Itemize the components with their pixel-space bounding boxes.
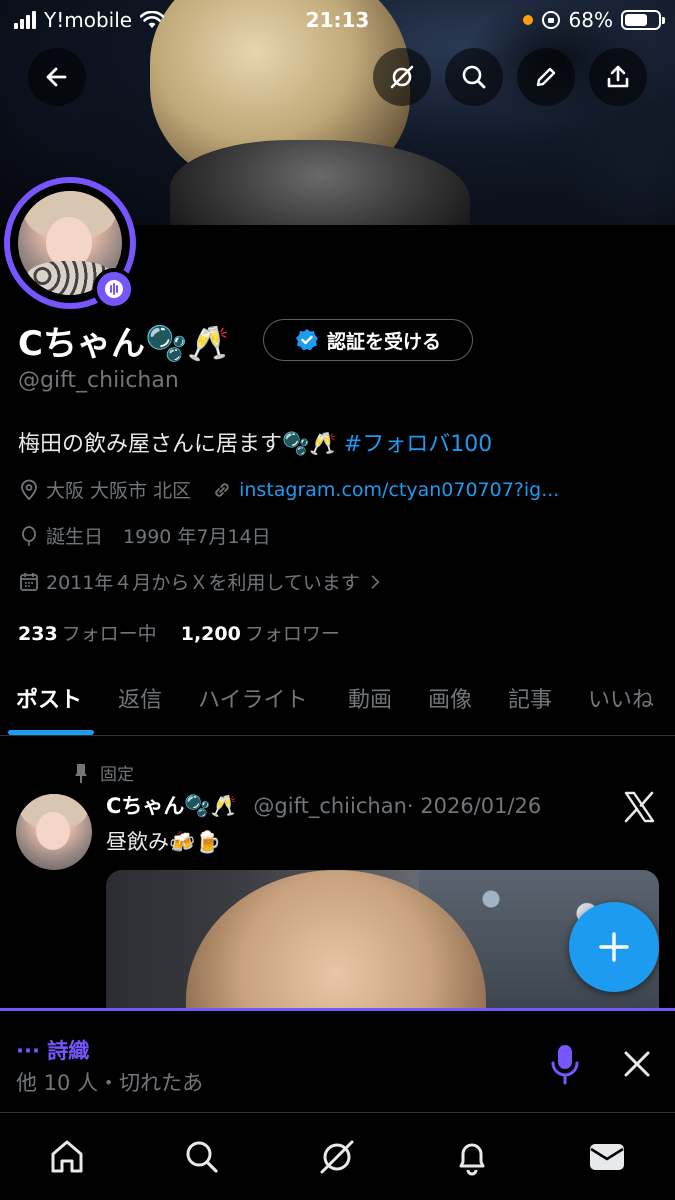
- profile-name: Cちゃん🫧🥂: [18, 324, 230, 364]
- status-bar: Y!mobile 21:13 68%: [0, 0, 675, 40]
- location-text: 大阪 大阪市 北区: [46, 480, 192, 502]
- battery-percent: 68%: [568, 8, 613, 32]
- following-label: フォロー中: [61, 623, 157, 645]
- bio-hashtag-link[interactable]: #フォロバ100: [344, 432, 492, 457]
- back-arrow-icon: [46, 67, 67, 87]
- post-header: Cちゃん🫧🥂 @gift_chiichan· 2026/01/26: [106, 790, 541, 820]
- profile-handle: @gift_chiichan: [18, 368, 179, 393]
- grok-icon: [320, 1140, 354, 1174]
- balloon-icon: [22, 525, 36, 546]
- search-icon: [462, 65, 486, 89]
- live-space-bar[interactable]: ··· 詩織 他 10 人・切れたあ: [0, 1008, 675, 1112]
- post-author-handle[interactable]: @gift_chiichan: [253, 794, 406, 818]
- follow-counts: 233 フォロー中 1,200 フォロワー: [18, 619, 340, 646]
- followers-count: 1,200: [180, 623, 241, 645]
- followers-link[interactable]: 1,200 フォロワー: [181, 623, 340, 645]
- pinned-label: 固定: [100, 765, 134, 785]
- following-link[interactable]: 233 フォロー中: [18, 623, 157, 645]
- tab-posts[interactable]: ポスト: [16, 682, 82, 714]
- profile-tabs: ポスト 返信 ハイライト 動画 画像 記事 いいね: [0, 672, 675, 736]
- verified-badge-icon: [295, 329, 318, 351]
- x-logo-icon[interactable]: [622, 790, 656, 824]
- followers-label: フォロワー: [244, 623, 340, 645]
- share-icon: [607, 65, 629, 88]
- messages-icon: [590, 1144, 624, 1170]
- birthday-date: 1990 年7月14日: [123, 526, 271, 548]
- post-author-avatar[interactable]: [16, 794, 92, 870]
- space-subtitle: 他 10 人・切れたあ: [16, 1071, 204, 1095]
- joined-text: 2011年４月からＸを利用しています: [46, 572, 360, 594]
- nav-grok[interactable]: [315, 1135, 359, 1179]
- pinned-indicator: 固定: [72, 760, 134, 785]
- spaces-icon: [105, 280, 123, 298]
- website-link[interactable]: instagram.com/ctyan070707?ig...: [239, 479, 559, 501]
- compose-post-button[interactable]: [569, 902, 659, 992]
- nav-search[interactable]: [180, 1135, 224, 1179]
- bottom-navigation: [0, 1112, 675, 1200]
- post-date[interactable]: · 2026/01/26: [407, 794, 541, 818]
- nav-home[interactable]: [45, 1135, 89, 1179]
- post-text: 昼飲み🍻🍺: [106, 830, 222, 854]
- pencil-icon: [536, 67, 556, 87]
- nav-notifications[interactable]: [450, 1135, 494, 1179]
- tab-replies[interactable]: 返信: [118, 682, 162, 714]
- get-verified-button[interactable]: 認証を受ける: [263, 319, 473, 361]
- share-button[interactable]: [589, 48, 647, 106]
- get-verified-label: 認証を受ける: [326, 330, 441, 353]
- privacy-dot-icon: [522, 15, 533, 25]
- profile-bio: 梅田の飲み屋さんに居ます🫧🥂 #フォロバ100: [18, 426, 492, 458]
- location-row: 大阪 大阪市 北区 instagram.com/ctyan070707?ig..…: [18, 476, 559, 503]
- orientation-lock-icon: [541, 11, 560, 29]
- spaces-live-badge[interactable]: [93, 268, 135, 310]
- battery-icon: [621, 10, 665, 30]
- tab-highlights[interactable]: ハイライト: [198, 682, 308, 714]
- plus-icon: [599, 932, 629, 962]
- grok-icon: [390, 65, 414, 89]
- close-icon[interactable]: [620, 1047, 654, 1081]
- nav-messages[interactable]: [585, 1135, 629, 1179]
- search-icon: [186, 1141, 218, 1173]
- post-author-name[interactable]: Cちゃん🫧🥂: [106, 794, 237, 818]
- pin-icon: [75, 763, 87, 783]
- chevron-right-icon: [371, 574, 380, 589]
- microphone-icon[interactable]: [548, 1043, 582, 1085]
- link-icon: [215, 482, 229, 497]
- location-pin-icon: [21, 479, 37, 500]
- grok-button[interactable]: [373, 48, 431, 106]
- home-icon: [51, 1140, 83, 1173]
- birthday-label: 誕生日: [46, 526, 104, 548]
- birthday-row: 誕生日 1990 年7月14日: [18, 522, 271, 549]
- back-button[interactable]: [28, 48, 86, 106]
- bio-text: 梅田の飲み屋さんに居ます🫧🥂: [18, 432, 344, 457]
- tab-articles[interactable]: 記事: [508, 682, 552, 714]
- space-host: ··· 詩織: [16, 1039, 90, 1063]
- notifications-icon: [459, 1143, 485, 1176]
- joined-row[interactable]: 2011年４月からＸを利用しています: [18, 568, 384, 595]
- following-count: 233: [18, 623, 58, 645]
- edit-profile-button[interactable]: [517, 48, 575, 106]
- tab-likes[interactable]: いいね: [588, 682, 654, 714]
- calendar-icon: [20, 572, 38, 591]
- status-right: 68%: [522, 8, 665, 32]
- search-button[interactable]: [445, 48, 503, 106]
- tab-photos[interactable]: 画像: [428, 682, 472, 714]
- active-tab-indicator: [8, 730, 94, 735]
- tab-videos[interactable]: 動画: [348, 682, 392, 714]
